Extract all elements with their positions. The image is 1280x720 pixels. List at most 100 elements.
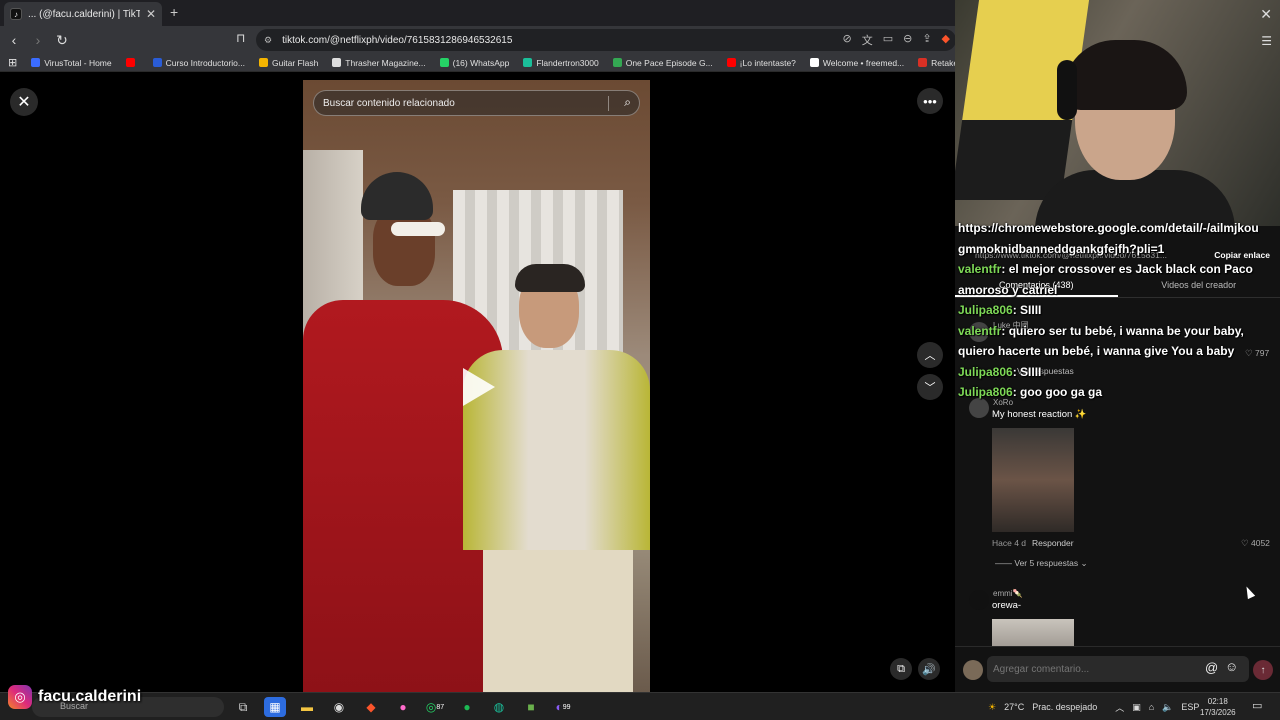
related-search-placeholder: Buscar contenido relacionado (323, 97, 455, 109)
avatar (963, 660, 983, 680)
notifications-icon[interactable]: ▭ (1252, 699, 1262, 712)
comment-image[interactable] (992, 428, 1074, 532)
comment-likes[interactable]: ♡ 4052 (1241, 538, 1270, 549)
store-icon[interactable]: ▦ (264, 697, 286, 717)
window-close-icon[interactable]: ✕ (1260, 6, 1272, 23)
weather-desc[interactable]: Prac. despejado (1032, 702, 1097, 712)
bookmark-favicon-icon (332, 58, 342, 67)
brave-shield-icon[interactable]: ◆ (942, 32, 950, 48)
brave-icon[interactable]: ◆ (360, 697, 382, 717)
back-icon[interactable]: ‹ (4, 30, 24, 50)
bookmark-item[interactable] (125, 58, 139, 67)
bookmark-item[interactable]: VirusTotal - Home (31, 58, 112, 68)
bookmark-item[interactable]: Guitar Flash (259, 58, 318, 68)
chat-message: amoroso y catriel (958, 280, 1280, 301)
chat-text: https://chromewebstore.google.com/detail… (958, 221, 1259, 235)
play-icon[interactable] (463, 368, 495, 406)
bookmark-label: Curso Introductorio... (165, 57, 245, 68)
previous-video-button[interactable]: ︿ (917, 342, 943, 368)
app-icon[interactable]: ● (392, 697, 414, 717)
more-options-button[interactable]: ••• (917, 88, 943, 114)
discord-icon[interactable]: ◐ 99 (552, 697, 574, 717)
weather-temp[interactable]: 27°C (1004, 702, 1024, 712)
comment-image[interactable] (992, 619, 1074, 646)
translate-icon[interactable]: 文 (862, 32, 873, 48)
bookmark-item[interactable]: One Pace Episode G... (612, 58, 713, 68)
cast-icon[interactable]: ▭ (883, 32, 893, 48)
bookmark-favicon-icon (612, 58, 622, 67)
view-replies-link[interactable]: —— Ver 5 respuestas ⌄ (995, 558, 1088, 569)
bookmark-item[interactable]: (16) WhatsApp (439, 58, 509, 68)
bookmark-favicon-icon (259, 58, 268, 67)
clock[interactable]: 02:18 17/3/2026 (1200, 696, 1236, 718)
bookmark-item[interactable]: Retakes CS (918, 58, 955, 68)
bookmark-label: Flandertron3000 (536, 57, 599, 68)
no-tracking-icon[interactable]: ⊘ (842, 32, 851, 48)
more-dots-icon: ••• (923, 93, 937, 109)
share-icon[interactable]: ⇪ (922, 32, 931, 48)
next-video-button[interactable]: ﹀ (917, 374, 943, 400)
clock-time: 02:18 (1207, 697, 1228, 706)
mention-icon[interactable]: @ (1205, 660, 1218, 675)
weather-icon[interactable]: ☀ (988, 702, 996, 713)
volume-tray-icon[interactable]: 🔈 (1162, 702, 1173, 713)
bookmark-label: Guitar Flash (272, 57, 319, 68)
comment-username[interactable]: emmi🍡 (993, 589, 1023, 598)
bookmark-item[interactable]: Thrasher Magazine... (332, 58, 426, 68)
windows-taskbar: Buscar ⧉ ▦ ▬ ◉ ◆ ● ◎ 87 ● ◍ ■ ◐ 99 ☀ 27°C … (0, 692, 1280, 720)
tray-app-icon[interactable]: ▣ (1132, 702, 1141, 713)
bookmark-item[interactable]: Welcome • freemed... (809, 57, 905, 68)
bookmark-item[interactable]: Curso Introductorio... (152, 57, 245, 68)
emoji-icon[interactable]: ☺ (1225, 659, 1238, 674)
volume-icon: 🔊 (922, 663, 936, 676)
bookmark-label: Welcome • freemed... (822, 57, 905, 68)
chat-message: gmmoknidbanneddgankgfejfh?pli=1 (958, 239, 1280, 260)
whatsapp-icon[interactable]: ◎ 87 (424, 697, 446, 717)
network-icon[interactable]: ⌂ (1149, 702, 1154, 712)
forward-icon[interactable]: › (28, 30, 48, 50)
instagram-handle: facu.calderini (38, 688, 142, 705)
apps-grid-icon[interactable]: ⊞ (8, 56, 17, 69)
browser-menu-icon[interactable]: ☰ (1261, 34, 1272, 48)
spotify-icon[interactable]: ● (456, 697, 478, 717)
close-tab-icon[interactable]: ✕ (146, 7, 156, 21)
miniplayer-button[interactable]: ⧉ (890, 658, 912, 680)
search-icon[interactable]: ⌕ (624, 95, 631, 110)
instagram-icon: ◎ (8, 685, 32, 709)
send-button[interactable]: ↑ (1253, 660, 1273, 680)
video-player[interactable]: Buscar contenido relacionado ⌕ (303, 80, 650, 694)
chat-message: valentfr: el mejor crossover es Jack bla… (958, 259, 1280, 280)
bookmark-icon[interactable]: ⊓ (236, 31, 245, 45)
minecraft-icon[interactable]: ■ (520, 697, 542, 717)
browser-tab[interactable]: ♪ ... (@facu.calderini) | TikTok ✕ (4, 2, 162, 26)
reply-button[interactable]: Responder (1032, 538, 1074, 548)
obs-icon[interactable]: ◉ (328, 697, 350, 717)
tray-overflow-icon[interactable]: ︿ (1115, 701, 1124, 714)
chat-message: Julipa806: goo goo ga ga (958, 382, 1280, 403)
chat-message: valentfr: quiero ser tu bebé, i wanna be… (958, 321, 1280, 342)
app-icon-green[interactable]: ◍ (488, 697, 510, 717)
bookmark-item[interactable]: Flandertron3000 (523, 57, 599, 68)
bookmarks-bar: ⊞ VirusTotal - Home Curso Introductorio..… (0, 54, 955, 72)
chevron-down-icon: ﹀ (924, 382, 936, 394)
address-bar[interactable]: ⚙ tiktok.com/@netflixph/video/7615831286… (256, 29, 956, 51)
zoom-icon[interactable]: ⊖ (903, 32, 912, 48)
chat-text: : SIIII (1012, 364, 1042, 379)
close-video-button[interactable]: ✕ (10, 88, 38, 116)
reload-icon[interactable]: ↻ (52, 30, 72, 50)
avatar[interactable] (969, 590, 989, 610)
chat-message: quiero hacerte un bebé, i wanna give You… (958, 341, 1280, 362)
bookmark-item[interactable]: ¡Lo intentaste? (726, 58, 796, 68)
volume-button[interactable]: 🔊 (918, 658, 940, 680)
new-tab-icon[interactable]: + (170, 4, 178, 20)
tab-title: ... (@facu.calderini) | TikTok (28, 8, 140, 20)
chat-message: Julipa806: SIIII (958, 300, 1280, 321)
webcam-headphones (1057, 60, 1077, 120)
chat-username: Julipa806 (958, 303, 1013, 317)
site-info-icon[interactable]: ⚙ (264, 35, 272, 46)
task-view-icon[interactable]: ⧉ (232, 697, 254, 717)
language-indicator[interactable]: ESP (1181, 702, 1199, 712)
file-explorer-icon[interactable]: ▬ (296, 697, 318, 717)
url-text: tiktok.com/@netflixph/video/761583128694… (282, 34, 513, 46)
related-search-bar[interactable]: Buscar contenido relacionado ⌕ (313, 90, 640, 116)
